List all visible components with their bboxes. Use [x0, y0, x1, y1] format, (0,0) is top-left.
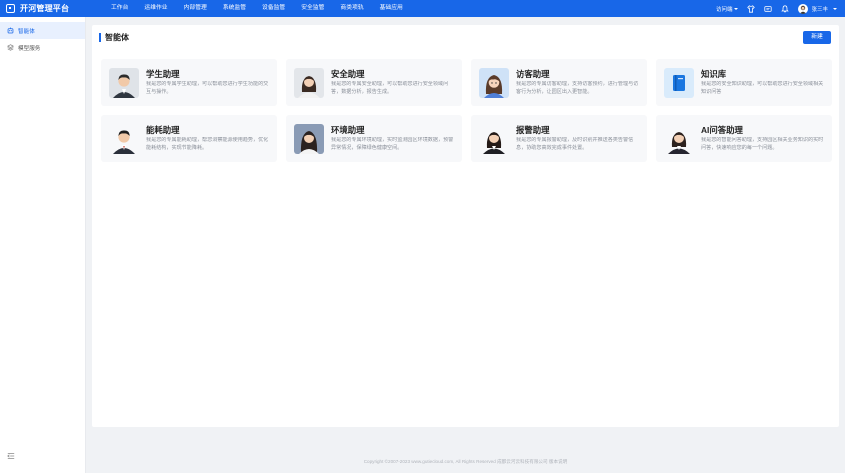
agent-card[interactable]: 知识库 我是您的安全知识助理，可以帮助您进行安全领域相关知识问答 — [656, 59, 832, 106]
female-avatar — [479, 124, 509, 154]
nav-item-device[interactable]: 设备监管 — [254, 0, 293, 17]
app-title: 开河管理平台 — [20, 4, 70, 13]
top-right-tools: 访问端 张三丰 — [716, 0, 837, 17]
card-description: 我是您的专属学生助理，可以帮助您进行学生功能的交互与操作。 — [146, 81, 269, 95]
chevron-down-icon — [833, 7, 837, 10]
agent-card[interactable]: 能耗助理 我是您的专属能耗助理，帮您洞察能源使用趋势，优化能耗结构，实现节能降耗… — [101, 115, 277, 162]
sidebar-item-label: 模型服务 — [18, 45, 41, 52]
card-title: 访客助理 — [516, 69, 550, 79]
sidebar: 智能体 模型服务 — [0, 17, 86, 473]
shirt-icon[interactable] — [747, 4, 756, 13]
agent-card[interactable]: 安全助理 我是您的专属安全助理，可以帮助您进行安全领域问答，数据分析，报告生成。 — [286, 59, 462, 106]
card-title: 环境助理 — [331, 125, 365, 135]
card-description: 我是您的专属环境助理，实时监测园区环境数据，预警异常情况，保障绿色健康空间。 — [331, 137, 454, 151]
model-icon — [7, 44, 14, 51]
card-title: 安全助理 — [331, 69, 365, 79]
female-avatar — [664, 124, 694, 154]
card-description: 我是您的专属能耗助理，帮您洞察能源使用趋势，优化能耗结构，实现节能降耗。 — [146, 137, 269, 151]
card-description: 我是您的专属报警助理，及时识别并推送各类告警信息，协助您高效完成事件处置。 — [516, 137, 634, 151]
main-nav: 工作台 运维作业 内部管理 系统监管 设备监管 安全监管 商类项轨 基础应用 — [103, 0, 411, 17]
card-title: 知识库 — [701, 69, 727, 79]
page-title: 智能体 — [105, 33, 129, 42]
card-description: 我是您的安全知识助理，可以帮助您进行安全领域相关知识问答 — [701, 81, 824, 95]
agent-card-grid: 学生助理 我是您的专属学生助理，可以帮助您进行学生功能的交互与操作。 安全助理 … — [101, 59, 832, 162]
card-description: 我是您的专属访客助理，支持访客预约，进行管理与访客行为分析，让园区出入更智能。 — [516, 81, 639, 95]
card-title: 报警助理 — [516, 125, 550, 135]
female-avatar — [294, 124, 324, 154]
copyright-footer: Copyright ©2007-2023 www.gutiecloud.com,… — [363, 459, 568, 464]
visit-mode-label: 访问端 — [715, 6, 733, 13]
avatar — [798, 3, 809, 14]
title-accent-bar — [99, 33, 101, 42]
cartoon-avatar — [479, 68, 509, 98]
top-navigation-bar: 开河管理平台 工作台 运维作业 内部管理 系统监管 设备监管 安全监管 商类项轨… — [0, 0, 845, 17]
agent-card[interactable]: 学生助理 我是您的专属学生助理，可以帮助您进行学生功能的交互与操作。 — [101, 59, 277, 106]
brand-logo-icon — [6, 4, 15, 13]
card-title: AI问答助理 — [701, 125, 743, 135]
nav-item-operations[interactable]: 运维作业 — [136, 0, 175, 17]
chevron-down-icon — [734, 7, 739, 10]
card-description: 我是您的专属安全助理，可以帮助您进行安全领域问答，数据分析，报告生成。 — [331, 81, 449, 95]
card-description: 我是您的智能问答助理，支持园区相关业务知识的实时问答，快速响应您的每一个问题。 — [701, 137, 824, 151]
sidebar-item-agents[interactable]: 智能体 — [0, 22, 85, 39]
female-avatar — [294, 68, 324, 98]
card-title: 能耗助理 — [146, 125, 180, 135]
main-panel: 智能体 新建 学生助理 我是您的专属学生助理，可以帮助您进行学生功能的交互与操作… — [92, 25, 839, 427]
message-icon[interactable] — [764, 5, 773, 13]
user-menu[interactable]: 张三丰 — [798, 3, 837, 14]
nav-item-safety[interactable]: 安全监管 — [293, 0, 332, 17]
collapse-sidebar-icon[interactable] — [7, 447, 15, 465]
visit-mode-dropdown[interactable]: 访问端 — [716, 5, 739, 13]
sidebar-item-model-service[interactable]: 模型服务 — [0, 39, 85, 56]
agent-card[interactable]: 报警助理 我是您的专属报警助理，及时识别并推送各类告警信息，协助您高效完成事件处… — [471, 115, 647, 162]
agent-card[interactable]: AI问答助理 我是您的智能问答助理，支持园区相关业务知识的实时问答，快速响应您的… — [656, 115, 832, 162]
nav-item-business[interactable]: 商类项轨 — [332, 0, 371, 17]
new-button[interactable]: 新建 — [803, 31, 831, 44]
agent-card[interactable]: 访客助理 我是您的专属访客助理，支持访客预约，进行管理与访客行为分析，让园区出入… — [471, 59, 647, 106]
bell-icon[interactable] — [781, 4, 790, 13]
page-header: 智能体 — [99, 32, 129, 43]
nav-item-internal[interactable]: 内部管理 — [176, 0, 215, 17]
brand[interactable]: 开河管理平台 — [0, 3, 95, 14]
male-avatar — [109, 124, 139, 154]
book-icon — [664, 68, 694, 98]
sidebar-item-label: 智能体 — [18, 28, 35, 35]
male-avatar — [109, 68, 139, 98]
nav-item-system[interactable]: 系统监管 — [215, 0, 254, 17]
agent-card[interactable]: 环境助理 我是您的专属环境助理，实时监测园区环境数据，预警异常情况，保障绿色健康… — [286, 115, 462, 162]
user-name: 张三丰 — [811, 6, 828, 13]
robot-icon — [7, 27, 14, 34]
nav-item-workbench[interactable]: 工作台 — [103, 0, 136, 17]
card-title: 学生助理 — [146, 69, 180, 79]
nav-item-basic-apps[interactable]: 基础应用 — [372, 0, 411, 17]
